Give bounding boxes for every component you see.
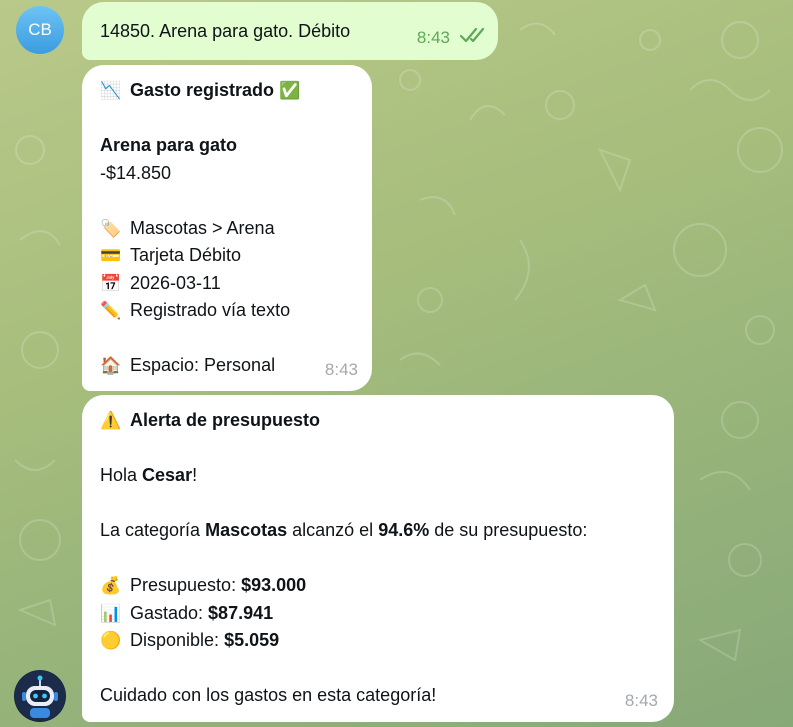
spent-value: $87.941 (208, 602, 274, 623)
robot-icon (15, 671, 65, 721)
label-tag-icon: 🏷️ (100, 218, 122, 239)
greeting-prefix: Hola (100, 465, 143, 485)
available-value: $5.059 (224, 630, 280, 650)
expense-date: 2026-03-11 (130, 272, 221, 293)
expense-category: Mascotas > Arena (130, 217, 275, 238)
greeting-suffix: ! (192, 465, 198, 485)
expense-payment: Tarjeta Débito (130, 245, 242, 265)
double-check-icon (459, 27, 485, 43)
expense-space: Espacio: Personal (130, 355, 276, 375)
summary-category: Mascotas (205, 520, 288, 540)
yellow-circle-icon: 🟡 (100, 631, 122, 651)
budget-row: 💰 Presupuesto: $93.000 (100, 572, 656, 600)
warning-icon: ⚠️ (100, 411, 122, 431)
alert-title: Alerta de presupuesto (130, 410, 321, 430)
summary-mid: alcanzó el (287, 520, 379, 540)
outgoing-message-time: 8:43 (416, 28, 450, 47)
credit-card-icon: 💳 (100, 246, 122, 266)
alert-summary: La categoría Mascotas alcanzó el 94.6% d… (100, 517, 656, 545)
alert-greeting: Hola Cesar! (100, 462, 656, 490)
summary-percent: 94.6% (378, 520, 430, 540)
summary-suffix: de su presupuesto: (429, 520, 588, 540)
spent-row: 📊 Gastado: $87.941 (100, 600, 656, 628)
alert-title-row: ⚠️ Alerta de presupuesto (100, 407, 656, 435)
expense-source-row: ✏️ Registrado vía texto (100, 297, 354, 325)
available-row: 🟡 Disponible: $5.059 (100, 627, 656, 655)
budget-alert-message[interactable]: ⚠️ Alerta de presupuesto Hola Cesar! La c… (82, 395, 674, 722)
spent-label: Gastado: (130, 602, 209, 623)
alert-footer: Cuidado con los gastos en esta categoría… (100, 685, 437, 705)
expense-date-row: 📅 2026-03-11 (100, 270, 354, 298)
available-label: Disponible: (130, 630, 225, 650)
expense-message-time: 8:43 (324, 359, 358, 379)
expense-space-row: 🏠 Espacio: Personal (100, 352, 354, 380)
calendar-icon: 📅 (100, 273, 122, 294)
alert-message-time: 8:43 (624, 690, 658, 710)
user-avatar[interactable]: CB (16, 6, 64, 54)
expense-title-row: 📉 Gasto registrado ✅ (100, 77, 354, 105)
pencil-icon: ✏️ (100, 301, 122, 321)
bar-chart-icon: 📊 (100, 603, 122, 624)
house-icon: 🏠 (100, 356, 122, 376)
outgoing-message-text: 14850. Arena para gato. Débito (100, 21, 351, 41)
expense-title: Gasto registrado (130, 80, 275, 100)
expense-payment-row: 💳 Tarjeta Débito (100, 242, 354, 270)
expense-amount: -$14.850 (100, 162, 172, 183)
expense-source: Registrado vía texto (130, 300, 291, 320)
expense-registered-message[interactable]: 📉 Gasto registrado ✅ Arena para gato -$14… (82, 65, 372, 391)
summary-prefix: La categoría (100, 520, 206, 540)
money-bag-icon: 💰 (100, 576, 122, 596)
budget-label: Presupuesto: (130, 575, 242, 595)
bot-avatar[interactable] (14, 670, 66, 722)
chart-decreasing-icon: 📉 (100, 81, 122, 101)
outgoing-message[interactable]: 14850. Arena para gato. Débito 8:43 (82, 2, 498, 60)
expense-item-name: Arena para gato (100, 135, 238, 155)
check-mark-button-icon: ✅ (279, 81, 301, 101)
budget-value: $93.000 (241, 575, 307, 595)
expense-category-row: 🏷️ Mascotas > Arena (100, 215, 354, 243)
greeting-name: Cesar (142, 465, 193, 485)
